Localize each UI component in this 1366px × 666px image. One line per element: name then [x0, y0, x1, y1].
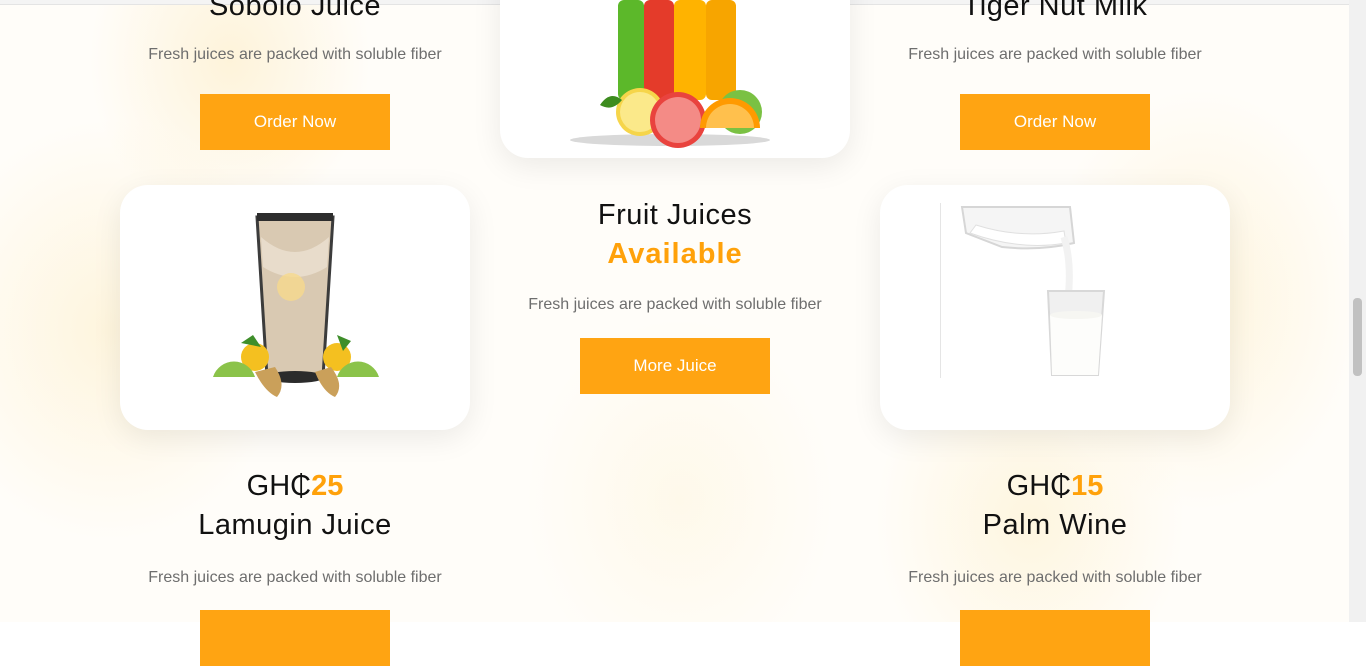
order-button-lamugin[interactable]	[200, 610, 390, 666]
section-heading: Fruit Juices	[597, 199, 753, 231]
page-scrollbar[interactable]	[1349, 0, 1366, 622]
order-button-palm-wine[interactable]	[960, 610, 1150, 666]
price-value: 25	[311, 470, 344, 502]
product-lamugin: GH₵25 Lamugin Juice Fresh juices are pac…	[120, 468, 470, 587]
milk-pouring-image	[940, 203, 1106, 378]
product-description: Fresh juices are packed with soluble fib…	[908, 46, 1202, 63]
fruit-juices-section: Fruit Juices Available Fresh juices are …	[500, 196, 850, 314]
product-palm-wine: GH₵15 Palm Wine Fresh juices are packed …	[880, 468, 1230, 587]
more-juice-button[interactable]: More Juice	[580, 338, 770, 394]
product-tiger-nut-milk: Tiger Nut Milk Fresh juices are packed w…	[880, 0, 1230, 64]
juice-bottles-card	[500, 0, 850, 158]
product-description: Fresh juices are packed with soluble fib…	[148, 569, 442, 586]
palm-wine-card	[880, 185, 1230, 430]
fruit-juice-bottles-image	[570, 0, 770, 148]
product-description: Fresh juices are packed with soluble fib…	[148, 46, 442, 63]
product-name: Palm Wine	[982, 509, 1128, 541]
order-now-button-tiger-nut[interactable]: Order Now	[960, 94, 1150, 150]
currency-label: GH₵	[1006, 470, 1072, 502]
ginger-juice-glass-image	[213, 213, 379, 397]
product-name: Tiger Nut Milk	[962, 0, 1148, 22]
currency-label: GH₵	[246, 470, 312, 502]
product-name: Lamugin Juice	[198, 509, 392, 541]
order-now-button-sobolo[interactable]: Order Now	[200, 94, 390, 150]
scrollbar-thumb[interactable]	[1353, 298, 1362, 376]
product-name: Sobolo Juice	[208, 0, 382, 22]
section-highlight: Available	[607, 238, 743, 270]
lamugin-juice-card	[120, 185, 470, 430]
price-value: 15	[1071, 470, 1104, 502]
product-description: Fresh juices are packed with soluble fib…	[908, 569, 1202, 586]
product-price: GH₵25	[120, 468, 470, 504]
product-price: GH₵15	[880, 468, 1230, 504]
section-description: Fresh juices are packed with soluble fib…	[528, 296, 822, 313]
product-sobolo: Sobolo Juice Fresh juices are packed wit…	[120, 0, 470, 64]
